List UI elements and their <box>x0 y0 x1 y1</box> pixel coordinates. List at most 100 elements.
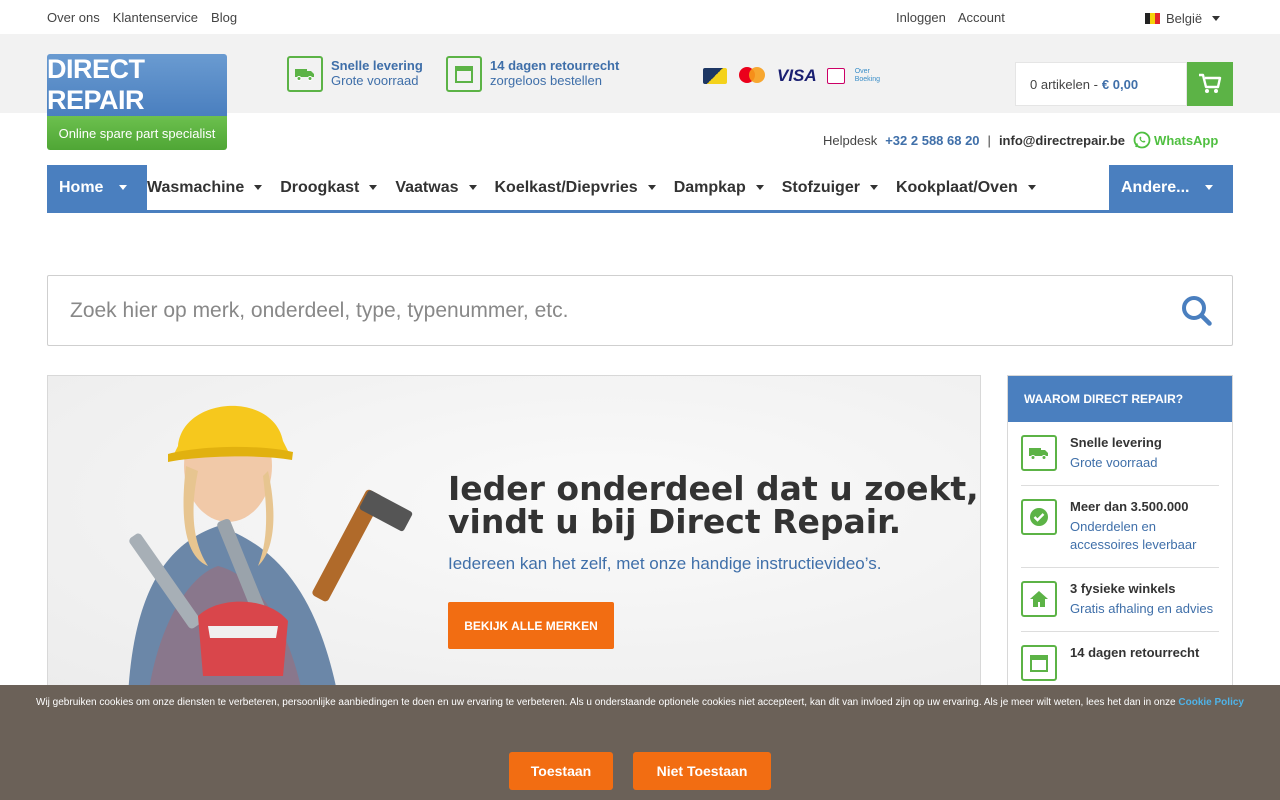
check-icon <box>1021 499 1057 535</box>
account-link[interactable]: Account <box>958 10 1005 25</box>
helpdesk-phone[interactable]: +32 2 588 68 20 <box>885 133 979 148</box>
worker-illustration <box>128 405 413 694</box>
nav-vaatwas[interactable]: Vaatwas <box>395 165 477 210</box>
nav-label: Koelkast/Diepvries <box>494 178 638 196</box>
nav-dampkap[interactable]: Dampkap <box>674 165 764 210</box>
why-item-title: Snelle levering <box>1070 435 1162 450</box>
login-link[interactable]: Inloggen <box>896 10 946 25</box>
chevron-down-icon <box>254 185 263 190</box>
chevron-down-icon <box>369 185 378 190</box>
why-item-title: Meer dan 3.500.000 <box>1070 499 1189 514</box>
truck-icon <box>287 56 323 92</box>
customer-service-link[interactable]: Klantenservice <box>113 10 198 25</box>
payment-methods: VISA Over Boeking <box>703 66 885 86</box>
nav-koelkast[interactable]: Koelkast/Diepvries <box>495 165 656 210</box>
accept-cookies-button[interactable]: Toestaan <box>509 752 613 790</box>
why-item-sub: Grote voorraad <box>1070 455 1158 470</box>
cart-count: 0 artikelen - <box>1030 76 1098 92</box>
cart-widget[interactable]: 0 artikelen - € 0,00 <box>1015 62 1233 106</box>
about-link[interactable]: Over ons <box>47 10 100 25</box>
cookie-policy-link[interactable]: Cookie Policy <box>1178 697 1244 708</box>
usp-return-policy: 14 dagen retourrecht zorgeloos bestellen <box>446 56 619 92</box>
cookie-text: Wij gebruiken cookies om onze diensten t… <box>36 697 1176 708</box>
calendar-icon <box>446 56 482 92</box>
nav-label: Droogkast <box>280 178 360 196</box>
cookie-message: Wij gebruiken cookies om onze diensten t… <box>0 696 1280 710</box>
truck-icon <box>1021 435 1057 471</box>
cart-button[interactable] <box>1187 62 1233 106</box>
cookie-banner: Wij gebruiken cookies om onze diensten t… <box>0 685 1280 800</box>
why-item: Snelle levering Grote voorraad <box>1021 422 1219 486</box>
country-label: België <box>1166 11 1203 26</box>
logo-subtitle: Online spare part specialist <box>47 116 227 150</box>
why-panel: WAAROM DIRECT REPAIR? Snelle levering Gro… <box>1007 375 1233 695</box>
nav-label: Home <box>59 178 104 196</box>
whatsapp-link[interactable]: WhatsApp <box>1133 131 1218 149</box>
nav-label: Stofzuiger <box>781 178 860 196</box>
hero-title: Ieder onderdeel dat u zoekt, vindt u bij … <box>448 472 979 538</box>
nav-label: Wasmachine <box>147 178 245 196</box>
nav-wasmachine[interactable]: Wasmachine <box>147 165 263 210</box>
why-item-title: 3 fysieke winkels <box>1070 581 1176 596</box>
search-button[interactable] <box>1162 294 1232 328</box>
view-all-brands-button[interactable]: BEKIJK ALLE MERKEN <box>448 602 614 649</box>
chevron-down-icon <box>869 185 878 190</box>
main-nav: Home Wasmachine Droogkast Vaatwas Koelka… <box>47 165 1233 213</box>
nav-other[interactable]: Andere... <box>1109 165 1233 210</box>
bancontact-icon <box>703 68 727 84</box>
helpdesk-line: Helpdesk +32 2 588 68 20 | info@directre… <box>823 131 1218 149</box>
hero-subtitle: Iedereen kan het zelf, met onze handige … <box>448 554 882 573</box>
whatsapp-label: WhatsApp <box>1154 132 1219 148</box>
country-selector[interactable]: België <box>1145 11 1221 26</box>
ideal-icon <box>826 68 845 84</box>
why-item-title: 14 dagen retourrecht <box>1070 645 1200 660</box>
bank-transfer-label: Over Boeking <box>854 68 880 83</box>
nav-home[interactable]: Home <box>47 165 147 210</box>
top-links: Over ons Klantenservice Blog <box>47 10 237 25</box>
nav-label: Andere... <box>1121 178 1190 196</box>
belgium-flag-icon <box>1145 13 1160 24</box>
home-icon <box>1021 581 1057 617</box>
why-title: WAAROM DIRECT REPAIR? <box>1008 376 1232 422</box>
chevron-down-icon <box>1205 185 1214 190</box>
why-item-sub: Onderdelen en accessoires leverbaar <box>1070 519 1197 552</box>
decline-cookies-button[interactable]: Niet Toestaan <box>633 752 771 790</box>
cart-amount: € 0,00 <box>1101 76 1139 92</box>
why-item-sub: Gratis afhaling en advies <box>1070 601 1214 616</box>
chevron-down-icon <box>119 185 128 190</box>
top-bar: Over ons Klantenservice Blog Inloggen Ac… <box>0 0 1280 34</box>
nav-stofzuiger[interactable]: Stofzuiger <box>782 165 878 210</box>
logo[interactable]: DIRECT REPAIR Online spare part speciali… <box>47 54 227 150</box>
logo-title: DIRECT REPAIR <box>47 54 227 116</box>
chevron-down-icon <box>468 185 477 190</box>
helpdesk-email[interactable]: info@directrepair.be <box>999 133 1125 148</box>
nav-label: Dampkap <box>673 178 746 196</box>
calendar-icon <box>1021 645 1057 681</box>
why-item: Meer dan 3.500.000 Onderdelen en accessoi… <box>1021 486 1219 568</box>
mastercard-icon <box>737 66 767 86</box>
nav-label: Vaatwas <box>395 178 459 196</box>
search-icon <box>1182 295 1212 326</box>
blog-link[interactable]: Blog <box>211 10 237 25</box>
hero-title-line2: vindt u bij Direct Repair. <box>448 502 902 541</box>
search-bar <box>47 275 1233 346</box>
usp-title: 14 dagen retourrecht <box>490 58 620 73</box>
chevron-down-icon <box>1212 16 1221 21</box>
account-links: Inloggen Account <box>896 10 1005 25</box>
cookie-buttons: Toestaan Niet Toestaan <box>509 752 771 790</box>
nav-kookplaat[interactable]: Kookplaat/Oven <box>896 165 1036 210</box>
usp-title: Snelle levering <box>331 58 423 73</box>
usp-sub: Grote voorraad <box>331 73 419 88</box>
usp-fast-delivery: Snelle levering Grote voorraad <box>287 56 423 92</box>
search-input[interactable] <box>48 298 1162 323</box>
nav-droogkast[interactable]: Droogkast <box>280 165 378 210</box>
chevron-down-icon <box>755 185 764 190</box>
cart-summary[interactable]: 0 artikelen - € 0,00 <box>1015 62 1187 106</box>
helpdesk-label: Helpdesk <box>823 132 878 148</box>
visa-icon: VISA <box>777 66 817 85</box>
why-item: 3 fysieke winkels Gratis afhaling en advi… <box>1021 568 1219 632</box>
separator: | <box>987 132 991 148</box>
usp-sub: zorgeloos bestellen <box>490 73 603 88</box>
chevron-down-icon <box>1027 185 1036 190</box>
chevron-down-icon <box>647 185 656 190</box>
